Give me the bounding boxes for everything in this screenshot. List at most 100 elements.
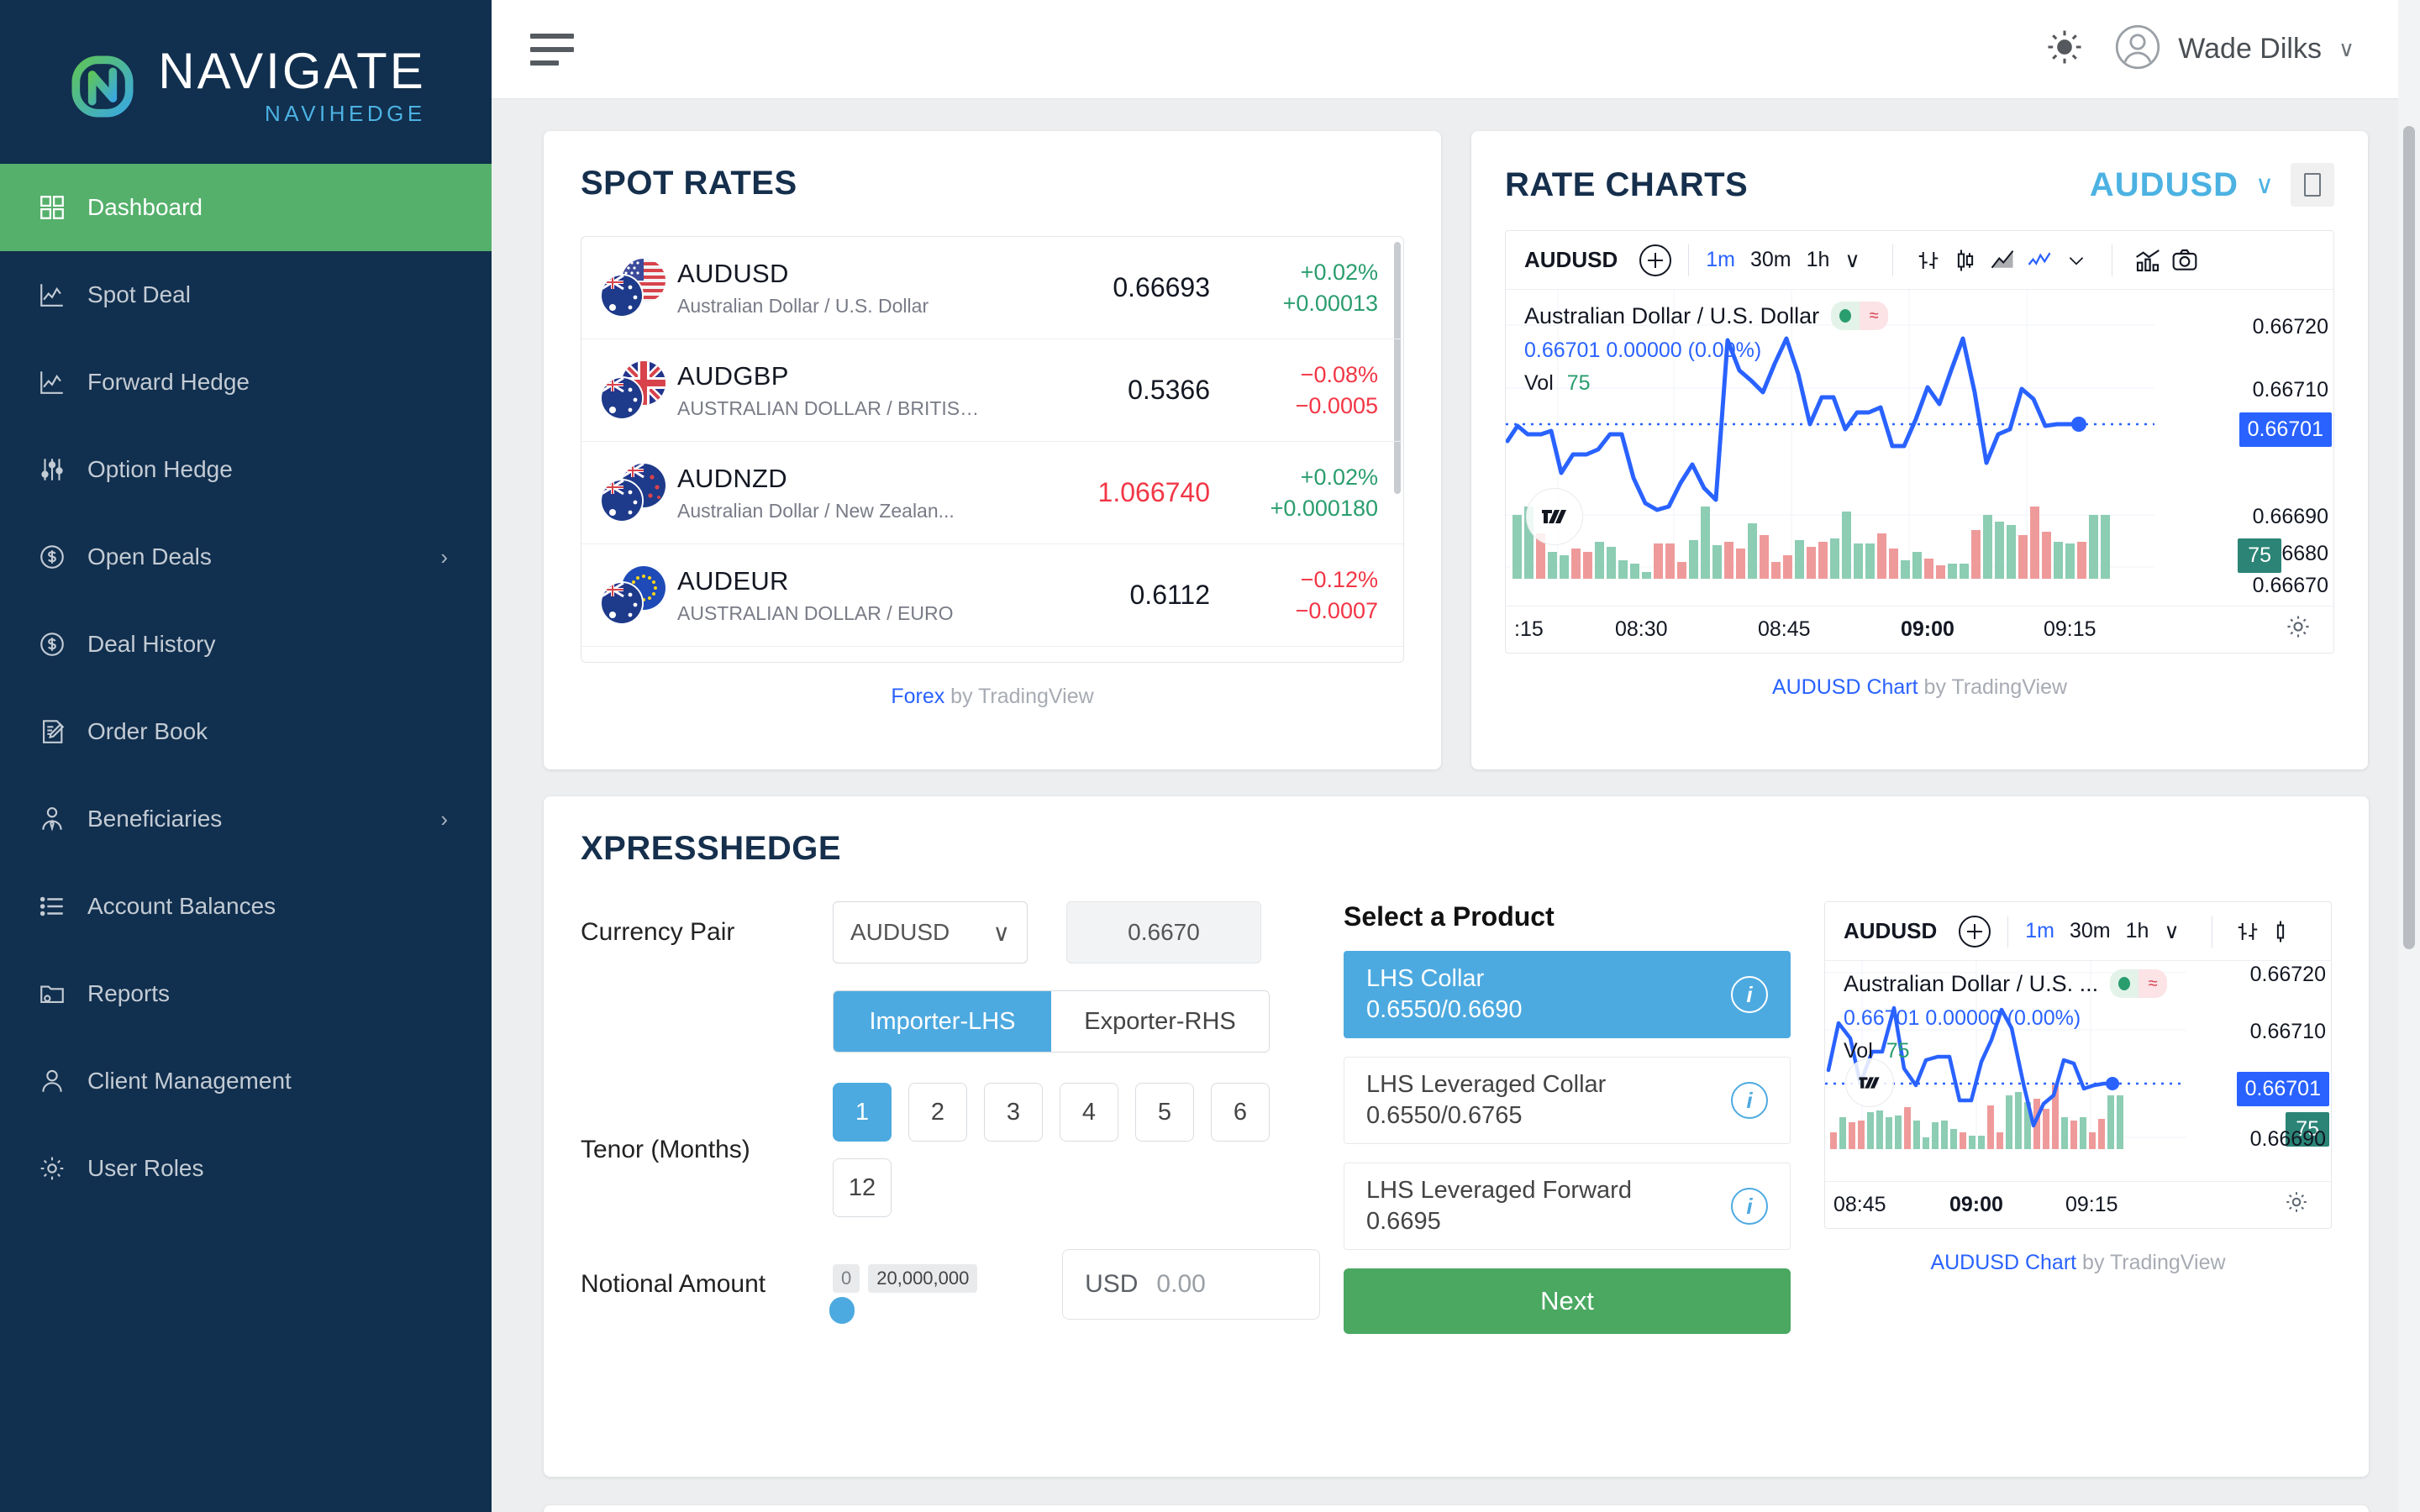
sidebar-item-beneficiaries[interactable]: Beneficiaries ›: [0, 775, 492, 863]
info-icon[interactable]: i: [1731, 1082, 1768, 1119]
info-icon[interactable]: i: [1731, 1188, 1768, 1225]
sidebar-item-label: Client Management: [87, 1068, 292, 1094]
tab-importer-lhs[interactable]: Importer-LHS: [834, 991, 1051, 1052]
timeframe-1m[interactable]: 1m: [2025, 919, 2054, 943]
timeframe-1m[interactable]: 1m: [1706, 248, 1735, 272]
currency-pair-select[interactable]: AUDUSD ∨: [833, 901, 1028, 963]
timeframe-1h[interactable]: 1h: [2126, 919, 2149, 943]
tab-exporter-rhs[interactable]: Exporter-RHS: [1051, 991, 1269, 1052]
pair-change-abs: +0.00013: [1282, 290, 1378, 316]
flag-pair-icon: [600, 360, 666, 420]
y-tick: 0.66720: [2249, 963, 2326, 986]
pair-description: AUSTRALIAN DOLLAR / BRITISH ...: [677, 396, 992, 419]
product-lhs-collar[interactable]: LHS Collar 0.6550/0.6690 i: [1344, 951, 1791, 1038]
slider-thumb[interactable]: [829, 1297, 855, 1324]
page-scrollbar-thumb[interactable]: [2403, 126, 2415, 949]
user-menu[interactable]: Wade Dilks ∨: [2114, 24, 2354, 75]
sidebar-item-dashboard[interactable]: Dashboard: [0, 164, 492, 251]
tenor-option-5[interactable]: 5: [1135, 1083, 1194, 1142]
plus-circle-icon[interactable]: [1639, 244, 1672, 276]
gear-icon[interactable]: [2284, 1189, 2309, 1221]
chart-price-axis: 0.66720 0.66710 0.66701 75 0.66690: [2222, 961, 2331, 1181]
sidebar-item-forward-hedge[interactable]: Forward Hedge: [0, 339, 492, 426]
side-toggle-group: Importer-LHS Exporter-RHS: [833, 990, 1270, 1053]
chart-legend-title: Australian Dollar / U.S. ...: [1844, 970, 2099, 996]
sidebar-item-reports[interactable]: Reports: [0, 950, 492, 1037]
chart-time-axis: 08:45 09:00 09:15: [1825, 1181, 2331, 1228]
dollar-circle-icon: [29, 630, 76, 659]
table-row[interactable]: AUDJPY −0.13%: [581, 647, 1403, 662]
flag-pair-icon: [600, 463, 666, 522]
next-button[interactable]: Next: [1344, 1268, 1791, 1334]
info-icon[interactable]: i: [1731, 976, 1768, 1013]
brand-subtitle: NAVIHEDGE: [265, 100, 426, 126]
sidebar-item-account-balances[interactable]: Account Balances: [0, 863, 492, 950]
bars-icon[interactable]: [2229, 915, 2266, 948]
line-icon[interactable]: [2021, 244, 2058, 277]
timeframe-30m[interactable]: 30m: [2070, 919, 2111, 943]
sidebar-item-label: User Roles: [87, 1155, 204, 1181]
candles-icon[interactable]: [2266, 915, 2303, 948]
timeframe-1h[interactable]: 1h: [1807, 248, 1830, 272]
chevron-down-icon[interactable]: ∨: [2255, 171, 2274, 200]
plus-circle-icon[interactable]: [1959, 915, 1991, 948]
rate-charts-symbol[interactable]: AUDUSD: [2090, 166, 2238, 204]
sidebar-item-open-deals[interactable]: Open Deals ›: [0, 513, 492, 601]
sidebar-item-order-book[interactable]: Order Book: [0, 688, 492, 775]
amount-field[interactable]: USD 0.00: [1062, 1249, 1320, 1320]
product-lhs-leveraged-forward[interactable]: LHS Leveraged Forward 0.6695 i: [1344, 1163, 1791, 1250]
area-icon[interactable]: [1984, 244, 2021, 277]
tenor-option-12[interactable]: 12: [833, 1158, 892, 1217]
chart-legend: Australian Dollar / U.S. Dollar ≈ 0.6670…: [1524, 302, 1889, 396]
product-value: 0.6550/0.6765: [1366, 1102, 1523, 1129]
chevron-down-icon[interactable]: ∨: [1844, 248, 1860, 273]
chart-symbol[interactable]: AUDUSD: [1844, 918, 1937, 944]
y-tick: 0.66670: [2252, 574, 2328, 597]
sidebar-item-option-hedge[interactable]: Option Hedge: [0, 426, 492, 513]
bars-icon[interactable]: [1910, 244, 1947, 277]
tenor-option-2[interactable]: 2: [908, 1083, 967, 1142]
chart-toolbar: AUDUSD 1m 30m 1h ∨: [1506, 231, 2333, 290]
chevron-down-icon[interactable]: [2058, 244, 2095, 277]
x-tick: 08:45: [1833, 1193, 1886, 1216]
chart-plot-area: Australian Dollar / U.S. ... ≈ 0.66701 0…: [1825, 961, 2331, 1181]
y-tick: 0.66710: [2252, 378, 2328, 402]
sidebar-item-deal-history[interactable]: Deal History: [0, 601, 492, 688]
audusd-chart-link[interactable]: AUDUSD Chart: [1930, 1251, 2076, 1274]
candles-icon[interactable]: [1947, 244, 1984, 277]
audusd-chart-link[interactable]: AUDUSD Chart: [1772, 675, 1918, 699]
product-lhs-leveraged-collar[interactable]: LHS Leveraged Collar 0.6550/0.6765 i: [1344, 1057, 1791, 1144]
sidebar-item-user-roles[interactable]: User Roles: [0, 1125, 492, 1212]
tenor-option-3[interactable]: 3: [984, 1083, 1043, 1142]
volume-tag: 75: [2238, 538, 2281, 573]
forex-link[interactable]: Forex: [891, 685, 944, 708]
chevron-down-icon[interactable]: ∨: [2164, 919, 2179, 944]
timeframe-30m[interactable]: 30m: [1750, 248, 1791, 272]
product-name: LHS Collar: [1366, 964, 1485, 992]
xpresshedge-form: Currency Pair AUDUSD ∨ 0.6670 Importer-L…: [581, 901, 1320, 1334]
sidebar-item-label: Account Balances: [87, 893, 276, 919]
indicators-icon[interactable]: [2129, 244, 2166, 277]
hamburger-icon[interactable]: [530, 33, 574, 66]
camera-icon[interactable]: [2166, 244, 2203, 277]
expand-icon[interactable]: [2291, 163, 2334, 207]
tenor-option-4[interactable]: 4: [1060, 1083, 1118, 1142]
chart-symbol[interactable]: AUDUSD: [1524, 247, 1618, 273]
table-row[interactable]: AUDUSD Australian Dollar / U.S. Dollar 0…: [581, 237, 1403, 339]
tenor-option-1[interactable]: 1: [833, 1083, 892, 1142]
tenor-option-6[interactable]: 6: [1211, 1083, 1270, 1142]
gear-icon[interactable]: [2285, 613, 2312, 647]
table-row[interactable]: AUDGBP AUSTRALIAN DOLLAR / BRITISH ... 0…: [581, 339, 1403, 442]
table-row[interactable]: AUDNZD Australian Dollar / New Zealan...…: [581, 442, 1403, 544]
dashboard-content: SPOT RATES AUDUSD Australian Dollar / U.…: [492, 99, 2420, 1512]
table-row[interactable]: AUDEUR AUSTRALIAN DOLLAR / EURO 0.6112 −…: [581, 544, 1403, 647]
chart-vol-value: 75: [1886, 1039, 1910, 1063]
tradingview-credit: AUDUSD Chart by TradingView: [1505, 675, 2334, 700]
sidebar-item-spot-deal[interactable]: Spot Deal: [0, 251, 492, 339]
sidebar-item-client-management[interactable]: Client Management: [0, 1037, 492, 1125]
sidebar-item-label: Spot Deal: [87, 281, 191, 307]
gear-icon: [29, 1154, 76, 1183]
chevron-right-icon: ›: [440, 543, 448, 570]
sun-icon[interactable]: [2045, 28, 2084, 71]
sidebar-item-label: Deal History: [87, 631, 216, 657]
